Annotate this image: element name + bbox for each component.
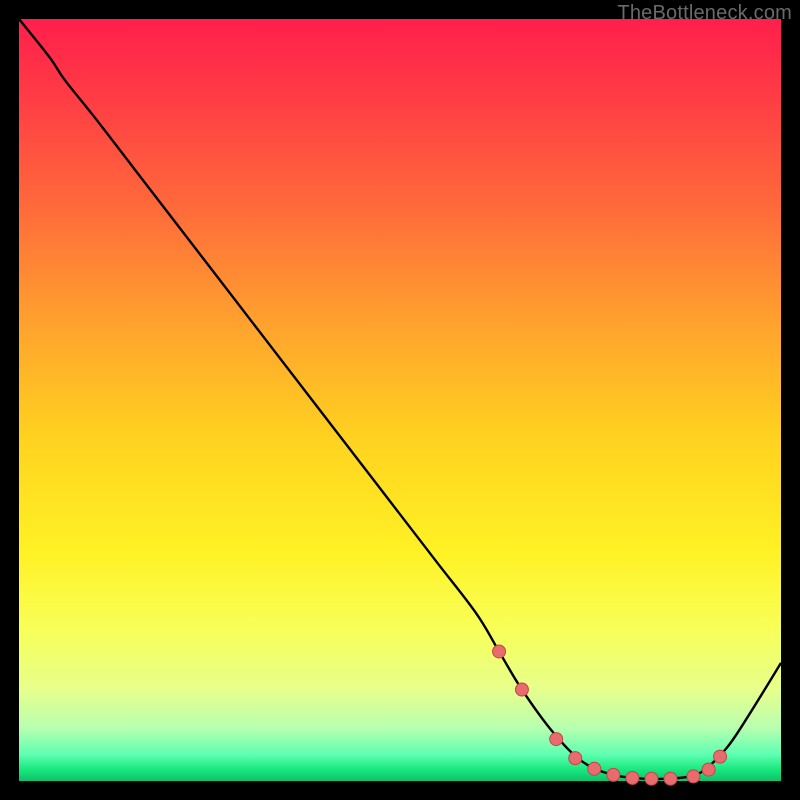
curve-marker — [569, 752, 582, 765]
curve-marker — [588, 762, 601, 775]
bottleneck-chart — [0, 0, 800, 800]
curve-marker — [714, 750, 727, 763]
curve-marker — [626, 771, 639, 784]
curve-marker — [550, 733, 563, 746]
chart-stage: TheBottleneck.com — [0, 0, 800, 800]
curve-marker — [493, 645, 506, 658]
curve-marker — [664, 772, 677, 785]
curve-marker — [687, 770, 700, 783]
curve-marker — [645, 772, 658, 785]
gradient-background — [19, 19, 781, 781]
attribution-label: TheBottleneck.com — [617, 2, 792, 25]
curve-marker — [702, 763, 715, 776]
curve-marker — [607, 768, 620, 781]
curve-marker — [515, 683, 528, 696]
